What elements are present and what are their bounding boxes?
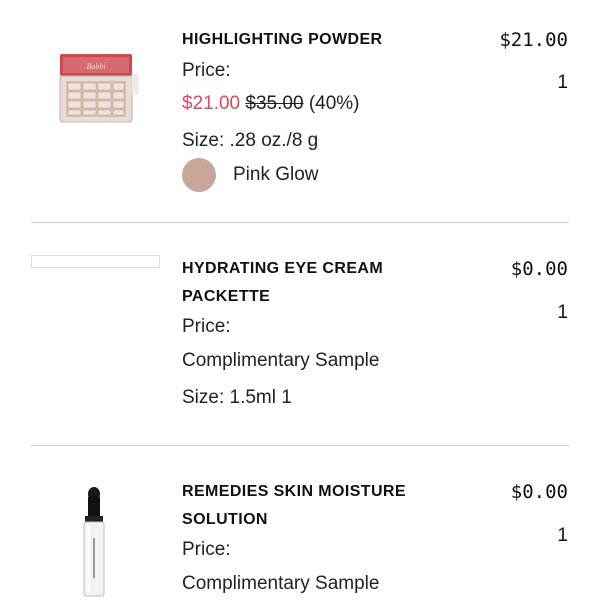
line-total: $21.00 — [499, 29, 568, 51]
cart-item-remedies-skin-moisture: REMEDIES SKIN MOISTURE SOLUTION Price: C… — [0, 446, 600, 600]
product-image-highlighting-powder[interactable]: Bobbi — [56, 48, 142, 126]
product-name-line-2: PACKETTE — [182, 288, 271, 305]
quantity[interactable]: 1 — [557, 302, 568, 324]
shade-name: Pink Glow — [233, 164, 319, 185]
original-price: $35.00 — [245, 93, 304, 114]
price-label: Price: — [182, 60, 231, 81]
product-image-eye-cream[interactable] — [31, 255, 160, 268]
size-text: Size: .28 oz./8 g — [182, 130, 319, 151]
price-text: Complimentary Sample — [182, 573, 380, 594]
product-image-remedies-solution[interactable] — [78, 486, 110, 598]
cart-item-highlighting-powder: Bobbi HIGHLIGHTING POWDER Price: $21.00 … — [0, 0, 600, 222]
product-name[interactable]: HYDRATING EYE CREAM PACKETTE — [182, 255, 432, 311]
cart-item-hydrating-eye-cream: HYDRATING EYE CREAM PACKETTE Price: Comp… — [0, 223, 600, 445]
svg-text:Bobbi: Bobbi — [86, 62, 105, 71]
product-name[interactable]: HIGHLIGHTING POWDER — [182, 26, 432, 54]
quantity[interactable]: 1 — [557, 525, 568, 547]
shade-swatch — [182, 158, 216, 192]
line-total: $0.00 — [510, 481, 568, 503]
price-text: Complimentary Sample — [182, 350, 380, 371]
line-total: $0.00 — [510, 258, 568, 280]
product-name[interactable]: REMEDIES SKIN MOISTURE SOLUTION — [182, 478, 432, 534]
product-name-line-2: SOLUTION — [182, 511, 268, 528]
quantity[interactable]: 1 — [557, 72, 568, 94]
product-name-line-1: REMEDIES SKIN MOISTURE — [182, 483, 406, 500]
size-text: Size: 1.5ml 1 — [182, 387, 292, 408]
price-label: Price: — [182, 316, 231, 337]
sale-price: $21.00 — [182, 93, 241, 114]
product-name-line-1: HYDRATING EYE CREAM — [182, 260, 384, 277]
discount-percent: (40%) — [308, 93, 360, 114]
price-label: Price: — [182, 539, 231, 560]
price-row: $21.00 $35.00 (40%) — [182, 93, 360, 115]
